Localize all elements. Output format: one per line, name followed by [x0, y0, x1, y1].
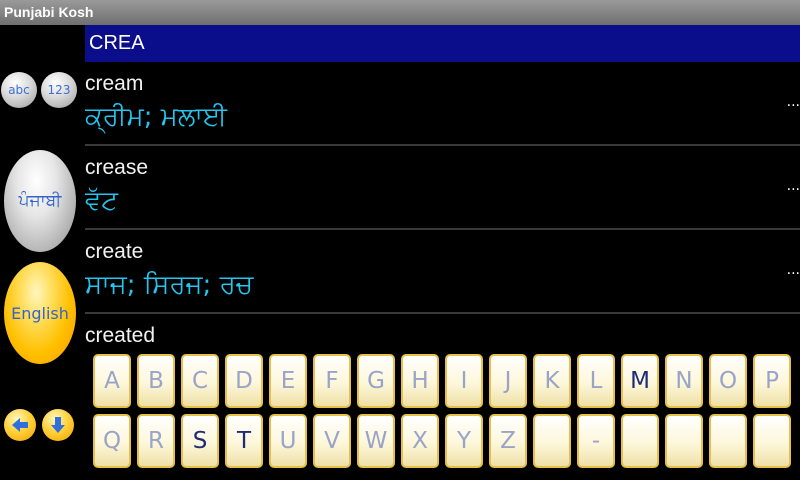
arrow-down-icon	[51, 417, 65, 433]
english-word: cream	[85, 72, 144, 95]
key-blank[interactable]	[709, 414, 747, 468]
list-item[interactable]: cream ਕ੍ਰੀਮ; ਮਲਾਈ ...	[85, 62, 800, 146]
more-indicator: ...	[786, 262, 800, 278]
results-list: cream ਕ੍ਰੀਮ; ਮਲਾਈ ... crease ਵੱਟ ... cre…	[85, 62, 800, 352]
list-item[interactable]: crease ਵੱਟ ...	[85, 146, 800, 230]
key-blank[interactable]	[621, 414, 659, 468]
key-y[interactable]: Y	[445, 414, 483, 468]
sidebar: abc 123 ਪੰਜਾਬੀ English	[0, 25, 85, 480]
key-i[interactable]: I	[445, 354, 483, 408]
punjabi-translation: ਵੱਟ	[85, 186, 118, 216]
on-screen-keyboard: ABCDEFGHIJKLMNOP QRSTUVWXYZ-	[85, 350, 800, 480]
key-q[interactable]: Q	[93, 414, 131, 468]
arrow-left-icon	[12, 418, 28, 432]
punjabi-translation: ਕ੍ਰੀਮ; ਮਲਾਈ	[85, 102, 228, 132]
key-blank[interactable]	[533, 414, 571, 468]
key-a[interactable]: A	[93, 354, 131, 408]
key-n[interactable]: N	[665, 354, 703, 408]
key-f[interactable]: F	[313, 354, 351, 408]
key-hyphen[interactable]: -	[577, 414, 615, 468]
key-w[interactable]: W	[357, 414, 395, 468]
key-d[interactable]: D	[225, 354, 263, 408]
down-arrow-button[interactable]	[42, 409, 74, 441]
key-blank[interactable]	[753, 414, 791, 468]
english-label: English	[11, 303, 69, 323]
key-x[interactable]: X	[401, 414, 439, 468]
numeric-mode-button[interactable]: 123	[41, 72, 77, 108]
more-indicator: ...	[786, 94, 800, 110]
app-title: Punjabi Kosh	[0, 0, 800, 25]
english-word: created	[85, 324, 156, 347]
key-k[interactable]: K	[533, 354, 571, 408]
more-indicator: ...	[786, 178, 800, 194]
key-u[interactable]: U	[269, 414, 307, 468]
key-j[interactable]: J	[489, 354, 527, 408]
key-o[interactable]: O	[709, 354, 747, 408]
punjabi-label: ਪੰਜਾਬੀ	[18, 191, 62, 211]
key-b[interactable]: B	[137, 354, 175, 408]
key-r[interactable]: R	[137, 414, 175, 468]
key-h[interactable]: H	[401, 354, 439, 408]
key-c[interactable]: C	[181, 354, 219, 408]
key-blank[interactable]	[665, 414, 703, 468]
search-input[interactable]: CREA	[85, 25, 800, 62]
key-s[interactable]: S	[181, 414, 219, 468]
punjabi-translation: ਸਾਜ; ਸਿਰਜ; ਰਚ	[85, 270, 254, 300]
key-l[interactable]: L	[577, 354, 615, 408]
list-item[interactable]: create ਸਾਜ; ਸਿਰਜ; ਰਚ ...	[85, 230, 800, 314]
punjabi-language-button[interactable]: ਪੰਜਾਬੀ	[4, 150, 76, 252]
key-e[interactable]: E	[269, 354, 307, 408]
key-v[interactable]: V	[313, 414, 351, 468]
english-language-button[interactable]: English	[4, 262, 76, 364]
english-word: crease	[85, 156, 149, 179]
english-word: create	[85, 240, 144, 263]
back-arrow-button[interactable]	[4, 409, 36, 441]
key-g[interactable]: G	[357, 354, 395, 408]
key-m[interactable]: M	[621, 354, 659, 408]
key-z[interactable]: Z	[489, 414, 527, 468]
list-item[interactable]: created	[85, 314, 800, 352]
abc-mode-button[interactable]: abc	[1, 72, 37, 108]
key-t[interactable]: T	[225, 414, 263, 468]
key-p[interactable]: P	[753, 354, 791, 408]
